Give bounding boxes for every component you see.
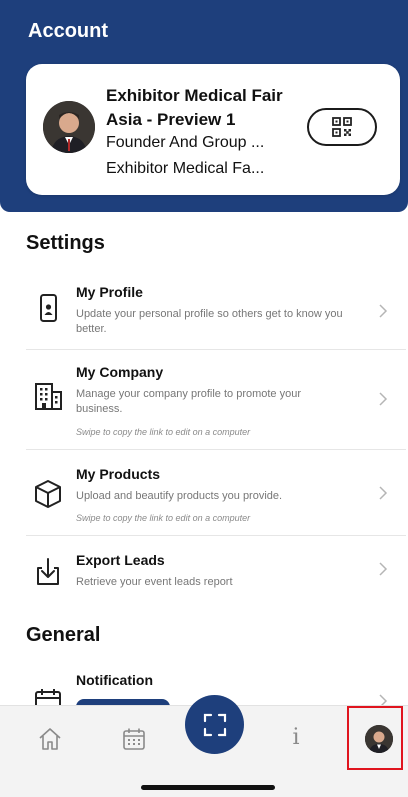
settings-item-desc: Upload and beautify products you provide… <box>76 490 283 502</box>
divider <box>26 449 406 450</box>
settings-title: Settings <box>26 232 105 254</box>
settings-item-title: My Company <box>76 364 164 380</box>
settings-item-desc: Manage your company profile to promote y… <box>76 388 302 415</box>
chevron-right-icon <box>379 486 388 500</box>
building-icon <box>35 383 62 410</box>
settings-item-hint: Swipe to copy the link to edit on a comp… <box>76 427 251 437</box>
general-item-title: Notification <box>76 672 153 688</box>
info-icon[interactable]: i <box>289 724 303 752</box>
profile-card[interactable]: Exhibitor Medical Fair Asia - Preview 1 … <box>26 64 400 195</box>
settings-item-my-products[interactable]: My Products Upload and beautify products… <box>26 462 406 534</box>
scan-button[interactable] <box>185 695 244 754</box>
settings-item-desc: Retrieve your event leads report <box>76 576 233 588</box>
scan-icon <box>203 713 226 736</box>
qr-code-button[interactable] <box>307 108 377 146</box>
chevron-right-icon <box>379 392 388 406</box>
highlight-box <box>347 706 403 770</box>
divider <box>26 349 406 350</box>
divider <box>26 535 406 536</box>
profile-company: Exhibitor Medical Fa... <box>106 160 265 177</box>
settings-item-title: Export Leads <box>76 552 165 568</box>
qr-code-icon <box>332 117 352 137</box>
home-icon[interactable] <box>37 726 63 752</box>
chevron-right-icon <box>379 304 388 318</box>
profile-role: Founder And Group ... <box>106 134 265 151</box>
settings-item-export-leads[interactable]: Export Leads Retrieve your event leads r… <box>26 548 406 598</box>
settings-item-my-profile[interactable]: My Profile Update your personal profile … <box>26 280 406 350</box>
settings-item-title: My Products <box>76 466 161 482</box>
settings-item-desc: Update your personal profile so others g… <box>76 308 343 335</box>
avatar <box>43 101 95 153</box>
box-icon <box>35 480 61 508</box>
settings-item-title: My Profile <box>76 284 143 300</box>
calendar-icon[interactable] <box>121 726 147 752</box>
download-icon <box>37 558 59 585</box>
home-indicator <box>141 785 275 790</box>
chevron-right-icon <box>379 562 388 576</box>
settings-item-my-company[interactable]: My Company Manage your company profile t… <box>26 360 406 446</box>
account-header: Account Exhibitor Medical Fair Asia - Pr… <box>0 0 408 212</box>
general-title: General <box>26 624 101 646</box>
page-title: Account <box>28 20 108 42</box>
profile-name: Exhibitor Medical Fair Asia - Preview 1 <box>106 86 283 129</box>
phone-profile-icon <box>40 294 57 322</box>
settings-item-hint: Swipe to copy the link to edit on a comp… <box>76 513 251 523</box>
